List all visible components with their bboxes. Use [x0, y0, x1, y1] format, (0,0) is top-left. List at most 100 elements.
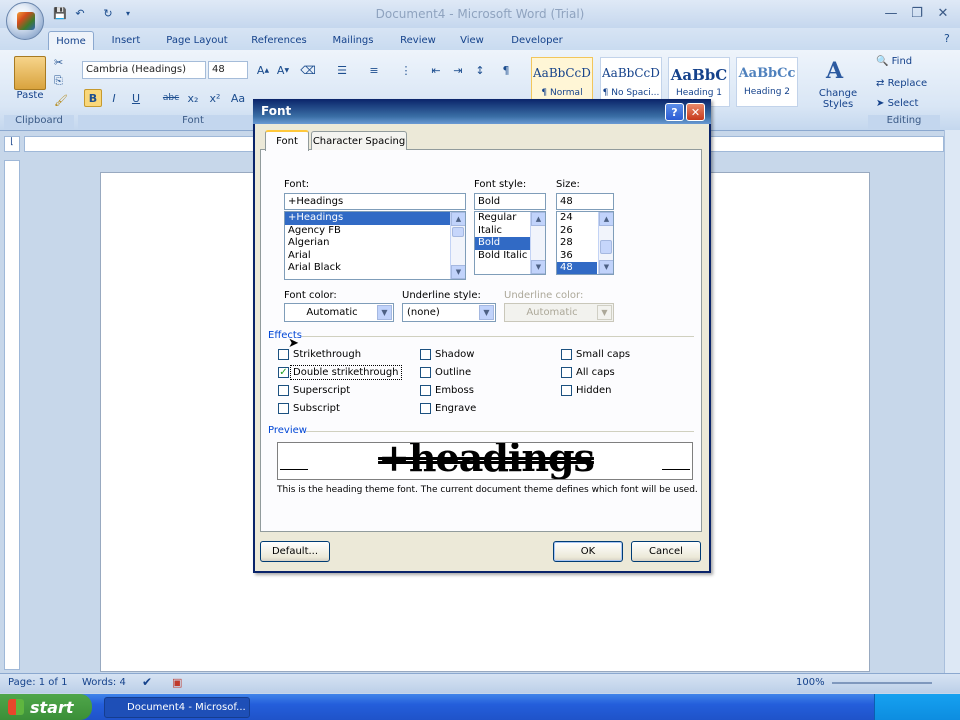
strikethrough-button[interactable]: abc	[160, 89, 182, 107]
font-input[interactable]: +Headings	[284, 193, 466, 210]
decrease-indent-icon[interactable]: ⇤	[428, 61, 444, 79]
double-strikethrough-checkbox[interactable]: ✓	[278, 367, 289, 378]
scroll-down-icon[interactable]: ▼	[451, 265, 465, 279]
font-list-scrollbar[interactable]: ▲ ▼	[450, 212, 465, 279]
list-item[interactable]: Arial Black	[285, 262, 465, 275]
emboss-checkbox[interactable]	[420, 385, 431, 396]
select-button[interactable]: ➤ Select	[876, 98, 918, 109]
default-button[interactable]: Default...	[260, 541, 330, 562]
replace-button[interactable]: ⇄ Replace	[876, 78, 927, 89]
cancel-button[interactable]: Cancel	[631, 541, 701, 562]
clear-formatting-icon[interactable]: ⌫	[298, 61, 318, 79]
scroll-up-icon[interactable]: ▲	[531, 212, 545, 226]
list-item[interactable]: Bold	[475, 237, 530, 250]
tab-references[interactable]: References	[246, 31, 312, 50]
cut-icon[interactable]: ✂	[54, 56, 63, 69]
taskbar-item-document4[interactable]: Document4 - Microsof...	[104, 697, 250, 718]
font-style-input[interactable]: Bold	[474, 193, 546, 210]
minimize-icon[interactable]: —	[878, 3, 904, 23]
superscript-checkbox[interactable]	[278, 385, 289, 396]
dialog-help-button[interactable]: ?	[665, 103, 684, 121]
engrave-label[interactable]: Engrave	[435, 403, 476, 414]
font-listbox[interactable]: +Headings Agency FB Algerian Arial Arial…	[284, 211, 466, 280]
zoom-level[interactable]: 100%	[796, 677, 825, 688]
numbering-icon[interactable]: ≡	[364, 61, 384, 79]
change-styles-button[interactable]: Change Styles	[812, 88, 864, 110]
bullets-icon[interactable]: ☰	[332, 61, 352, 79]
grow-font-icon[interactable]: A ▲	[254, 61, 272, 79]
font-name-combo[interactable]: Cambria (Headings)	[82, 61, 206, 79]
outline-checkbox[interactable]	[420, 367, 431, 378]
outline-label[interactable]: Outline	[435, 367, 471, 378]
tab-home[interactable]: Home	[48, 31, 94, 50]
scroll-thumb[interactable]	[600, 240, 612, 254]
increase-indent-icon[interactable]: ⇥	[450, 61, 466, 79]
sort-icon[interactable]: ↕	[472, 61, 488, 79]
vertical-ruler[interactable]	[4, 160, 20, 670]
font-style-listbox[interactable]: Regular Italic Bold Bold Italic ▲ ▼	[474, 211, 546, 275]
strikethrough-label[interactable]: Strikethrough	[293, 349, 361, 360]
paste-button[interactable]: Paste	[12, 90, 48, 101]
ok-button[interactable]: OK	[553, 541, 623, 562]
office-button[interactable]	[6, 2, 44, 40]
underline-button[interactable]: U	[128, 89, 144, 107]
italic-button[interactable]: I	[106, 89, 122, 107]
font-size-combo[interactable]: 48	[208, 61, 248, 79]
hidden-label[interactable]: Hidden	[576, 385, 611, 396]
tab-page-layout[interactable]: Page Layout	[160, 31, 234, 50]
bold-button[interactable]: B	[84, 89, 102, 107]
macro-record-icon[interactable]: ▣	[172, 676, 182, 689]
list-item[interactable]: Arial	[285, 250, 465, 263]
scroll-up-icon[interactable]: ▲	[451, 212, 465, 226]
page-count[interactable]: Page: 1 of 1	[8, 677, 67, 688]
size-input[interactable]: 48	[556, 193, 614, 210]
subscript-checkbox[interactable]	[278, 403, 289, 414]
shadow-label[interactable]: Shadow	[435, 349, 474, 360]
size-listbox[interactable]: 24 26 28 36 48 ▲ ▼	[556, 211, 614, 275]
help-icon[interactable]: ?	[944, 32, 958, 46]
copy-icon[interactable]: ⎘	[54, 74, 63, 88]
superscript-button[interactable]: x²	[206, 89, 224, 107]
scroll-up-icon[interactable]: ▲	[599, 212, 613, 226]
format-painter-icon[interactable]: 🖌	[54, 94, 68, 107]
close-icon[interactable]: ✕	[930, 3, 956, 23]
start-button[interactable]: start	[0, 694, 92, 720]
engrave-checkbox[interactable]	[420, 403, 431, 414]
find-button[interactable]: 🔍 Find	[876, 56, 912, 67]
tab-developer[interactable]: Developer	[504, 31, 570, 50]
tab-view[interactable]: View	[452, 31, 492, 50]
list-item[interactable]: Algerian	[285, 237, 465, 250]
subscript-label[interactable]: Subscript	[293, 403, 340, 414]
tab-font[interactable]: Font	[265, 130, 309, 151]
superscript-label[interactable]: Superscript	[293, 385, 350, 396]
maximize-icon[interactable]: ❐	[904, 3, 930, 23]
tab-review[interactable]: Review	[392, 31, 444, 50]
hidden-checkbox[interactable]	[561, 385, 572, 396]
multilevel-list-icon[interactable]: ⋮	[396, 61, 416, 79]
list-item[interactable]: +Headings	[285, 212, 465, 225]
double-strikethrough-label[interactable]: Double strikethrough	[290, 365, 402, 380]
small-caps-label[interactable]: Small caps	[576, 349, 630, 360]
dialog-close-button[interactable]: ✕	[686, 103, 705, 121]
scroll-down-icon[interactable]: ▼	[531, 260, 545, 274]
subscript-button[interactable]: x₂	[184, 89, 202, 107]
all-caps-checkbox[interactable]	[561, 367, 572, 378]
change-styles-icon[interactable]: A	[826, 58, 850, 84]
tab-insert[interactable]: Insert	[104, 31, 148, 50]
paste-icon[interactable]	[14, 56, 46, 90]
word-count[interactable]: Words: 4	[82, 677, 126, 688]
style-heading-2[interactable]: AaBbCc Heading 2	[736, 57, 798, 107]
show-marks-icon[interactable]: ¶	[498, 61, 514, 79]
emboss-label[interactable]: Emboss	[435, 385, 474, 396]
zoom-slider[interactable]	[832, 682, 932, 684]
shrink-font-icon[interactable]: A ▼	[274, 61, 292, 79]
scroll-thumb[interactable]	[452, 227, 464, 237]
tab-selector-icon[interactable]: ⌊	[4, 136, 20, 152]
size-list-scrollbar[interactable]: ▲ ▼	[598, 212, 613, 274]
scroll-down-icon[interactable]: ▼	[599, 260, 613, 274]
font-color-dropdown[interactable]: Automatic ▼	[284, 303, 394, 322]
tab-mailings[interactable]: Mailings	[324, 31, 382, 50]
style-list-scrollbar[interactable]: ▲ ▼	[530, 212, 545, 274]
shadow-checkbox[interactable]	[420, 349, 431, 360]
small-caps-checkbox[interactable]	[561, 349, 572, 360]
